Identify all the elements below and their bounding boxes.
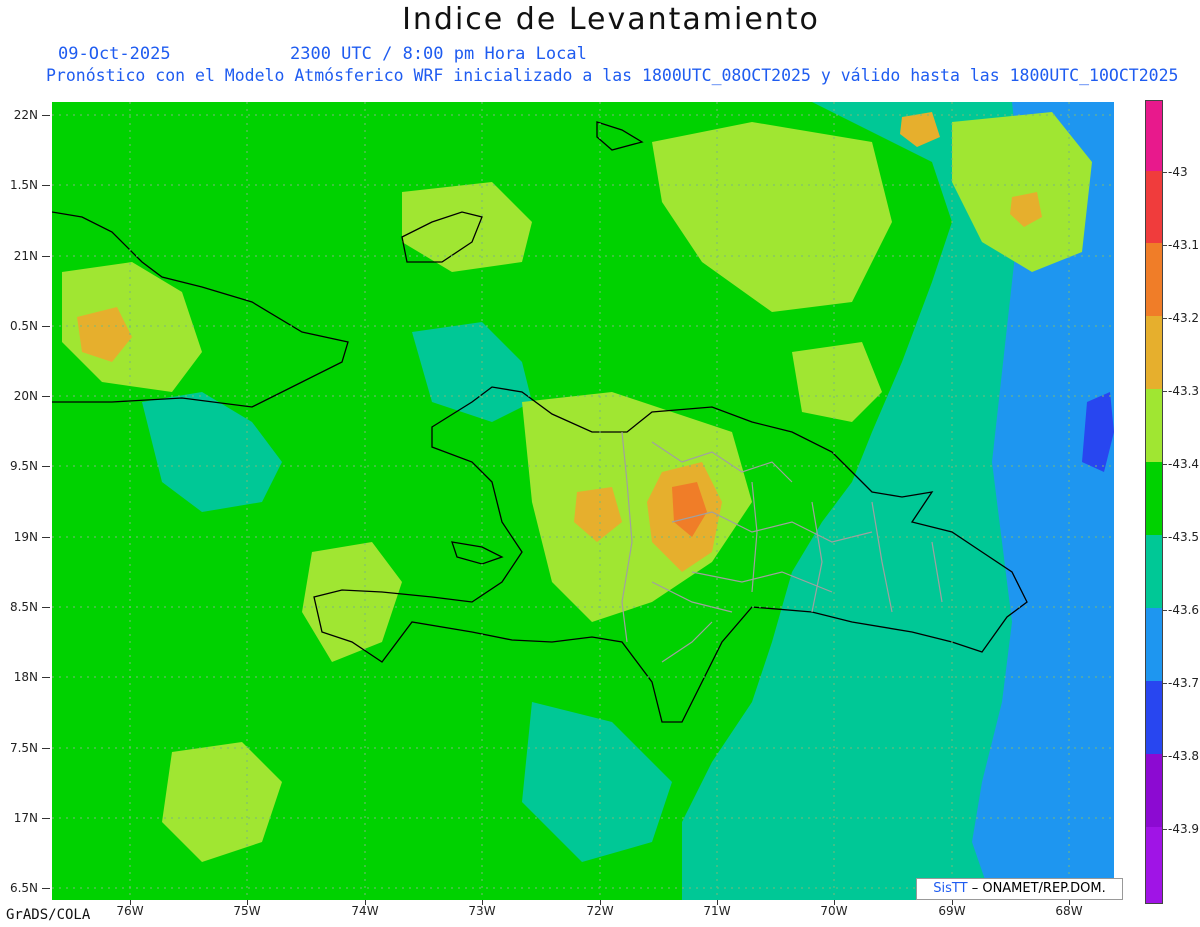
colorbar-label: -43.8 xyxy=(1168,749,1200,763)
colorbar-label: -43.9 xyxy=(1168,822,1200,836)
map-title: Indice de Levantamiento xyxy=(402,2,820,37)
lon-label: 71W xyxy=(703,904,731,918)
lat-label: 17N xyxy=(13,811,38,825)
lon-label: 76W xyxy=(116,904,144,918)
lon-label: 69W xyxy=(938,904,966,918)
lat-label: 7.5N xyxy=(9,741,38,755)
colorbar-tick xyxy=(1162,391,1167,392)
colorbar-tick xyxy=(1162,610,1167,611)
colorbar-segment xyxy=(1146,101,1162,171)
colorbar-segment xyxy=(1146,535,1162,608)
colorbar-label: -43 xyxy=(1168,165,1188,179)
lon-tick xyxy=(952,900,953,905)
lat-tick xyxy=(42,537,50,538)
colorbar-label: -43.7 xyxy=(1168,676,1200,690)
lon-tick xyxy=(717,900,718,905)
colorbar-label: -43.4 xyxy=(1168,457,1200,471)
lon-tick xyxy=(130,900,131,905)
lat-tick xyxy=(42,396,50,397)
lat-label: 0.5N xyxy=(9,319,38,333)
lat-tick xyxy=(42,748,50,749)
credit-box: SisTT – ONAMET/REP.DOM. xyxy=(916,878,1123,900)
lat-label: 18N xyxy=(13,670,38,684)
colorbar-tick xyxy=(1162,683,1167,684)
lat-tick xyxy=(42,818,50,819)
forecast-date: 09-Oct-2025 xyxy=(58,44,171,64)
colorbar-tick xyxy=(1162,464,1167,465)
colorbar-segment xyxy=(1146,827,1162,903)
credit-text: – ONAMET/REP.DOM. xyxy=(971,881,1106,896)
lon-label: 70W xyxy=(820,904,848,918)
colorbar-label: -43.6 xyxy=(1168,603,1200,617)
lat-label: 6.5N xyxy=(9,881,38,895)
lat-tick xyxy=(42,466,50,467)
colorbar-label: -43.5 xyxy=(1168,530,1200,544)
colorbar-segment xyxy=(1146,681,1162,754)
colorbar-segment xyxy=(1146,316,1162,389)
colorbar-tick xyxy=(1162,172,1167,173)
lon-label: 74W xyxy=(351,904,379,918)
colorbar-label: -43.3 xyxy=(1168,384,1200,398)
lon-label: 68W xyxy=(1055,904,1083,918)
lat-tick xyxy=(42,256,50,257)
colorbar-segment xyxy=(1146,389,1162,462)
colorbar-segment xyxy=(1146,243,1162,316)
lon-label: 73W xyxy=(468,904,496,918)
lat-tick xyxy=(42,677,50,678)
lat-label: 22N xyxy=(13,108,38,122)
lat-label: 19N xyxy=(13,530,38,544)
lon-tick xyxy=(247,900,248,905)
colorbar-segment xyxy=(1146,754,1162,827)
lat-label: 1.5N xyxy=(9,178,38,192)
lat-tick xyxy=(42,607,50,608)
lon-label: 72W xyxy=(586,904,614,918)
lon-tick xyxy=(482,900,483,905)
colorbar-tick xyxy=(1162,537,1167,538)
lat-tick xyxy=(42,326,50,327)
lat-label: 8.5N xyxy=(9,600,38,614)
lat-tick xyxy=(42,185,50,186)
lon-tick xyxy=(600,900,601,905)
lat-label: 21N xyxy=(13,249,38,263)
model-description: Pronóstico con el Modelo Atmósferico WRF… xyxy=(46,66,1179,85)
sistt-logo: SisTT xyxy=(933,881,968,896)
colorbar-tick xyxy=(1162,318,1167,319)
colorbar-segment xyxy=(1146,608,1162,681)
colorbar-segment xyxy=(1146,462,1162,535)
forecast-time: 2300 UTC / 8:00 pm Hora Local xyxy=(290,44,587,64)
colorbar-tick xyxy=(1162,756,1167,757)
lon-tick xyxy=(365,900,366,905)
lon-tick xyxy=(1069,900,1070,905)
colorbar-tick xyxy=(1162,829,1167,830)
colorbar-label: -43.2 xyxy=(1168,311,1200,325)
colorbar-label: -43.1 xyxy=(1168,238,1200,252)
colorbar xyxy=(1145,100,1163,904)
lat-tick xyxy=(42,115,50,116)
map-area xyxy=(52,102,1114,900)
lat-label: 9.5N xyxy=(9,459,38,473)
lat-label: 20N xyxy=(13,389,38,403)
lon-tick xyxy=(834,900,835,905)
lon-label: 75W xyxy=(233,904,261,918)
grads-footer: GrADS/COLA xyxy=(6,907,91,923)
lat-tick xyxy=(42,888,50,889)
colorbar-tick xyxy=(1162,245,1167,246)
lifted-index-field xyxy=(52,102,1114,900)
colorbar-segment xyxy=(1146,171,1162,243)
